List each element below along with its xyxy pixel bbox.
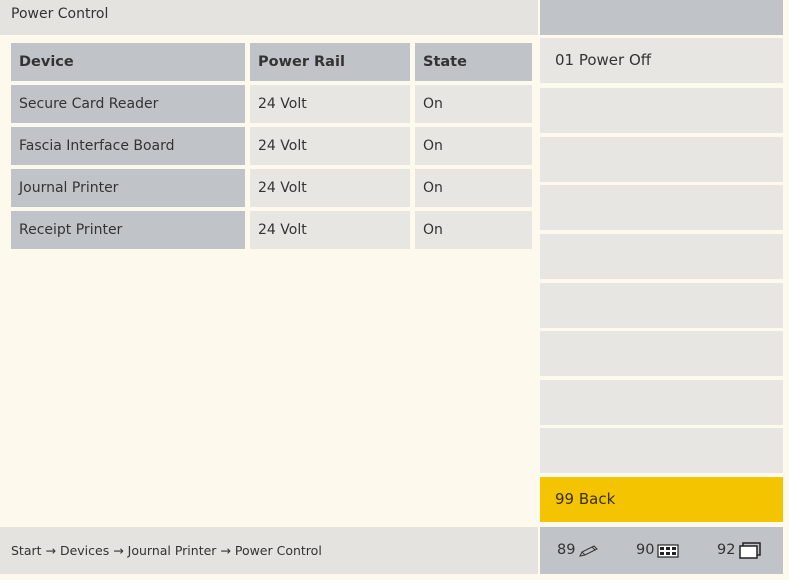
table-cell-state: On — [415, 127, 532, 165]
table-cell-state: On — [415, 211, 532, 249]
shortcut-number: 92 — [717, 542, 736, 558]
side-button-empty[interactable] — [540, 283, 783, 328]
column-header-device: Device — [11, 43, 245, 81]
table-cell-power-rail: 24 Volt — [250, 211, 410, 249]
back-button[interactable]: 99 Back — [540, 477, 783, 522]
table-cell-state: On — [415, 169, 532, 207]
table-cell-power-rail: 24 Volt — [250, 127, 410, 165]
shortcut-number: 89 — [557, 542, 576, 558]
power-off-button[interactable]: 01 Power Off — [540, 38, 783, 83]
column-header-state: State — [415, 43, 532, 81]
breadcrumb: Start → Devices → Journal Printer → Powe… — [0, 527, 538, 574]
column-header-power-rail: Power Rail — [250, 43, 410, 81]
table-cell-device[interactable]: Secure Card Reader — [11, 85, 245, 123]
side-button-empty[interactable] — [540, 137, 783, 182]
shortcut-92-button[interactable]: 92 — [717, 527, 762, 574]
bottom-edge — [0, 574, 789, 580]
pencil-icon — [578, 544, 600, 558]
shortcut-number: 90 — [636, 542, 655, 558]
shortcut-89-button[interactable]: 89 — [557, 527, 600, 574]
table-cell-state: On — [415, 85, 532, 123]
table-cell-device[interactable]: Fascia Interface Board — [11, 127, 245, 165]
keyboard-icon — [657, 543, 680, 559]
table-cell-device[interactable]: Journal Printer — [11, 169, 245, 207]
side-button-empty[interactable] — [540, 185, 783, 230]
table-cell-device[interactable]: Receipt Printer — [11, 211, 245, 249]
shortcut-bar: 89 90 92 — [540, 527, 783, 574]
side-button-empty[interactable] — [540, 234, 783, 279]
side-button-empty[interactable] — [540, 331, 783, 376]
table-cell-power-rail: 24 Volt — [250, 169, 410, 207]
side-button-empty[interactable] — [540, 88, 783, 133]
side-button-empty[interactable] — [540, 428, 783, 473]
table-cell-power-rail: 24 Volt — [250, 85, 410, 123]
side-button-empty[interactable] — [540, 380, 783, 425]
shortcut-90-button[interactable]: 90 — [636, 527, 680, 574]
side-header — [540, 0, 783, 35]
windows-icon — [738, 541, 762, 560]
page-title: Power Control — [0, 0, 538, 35]
